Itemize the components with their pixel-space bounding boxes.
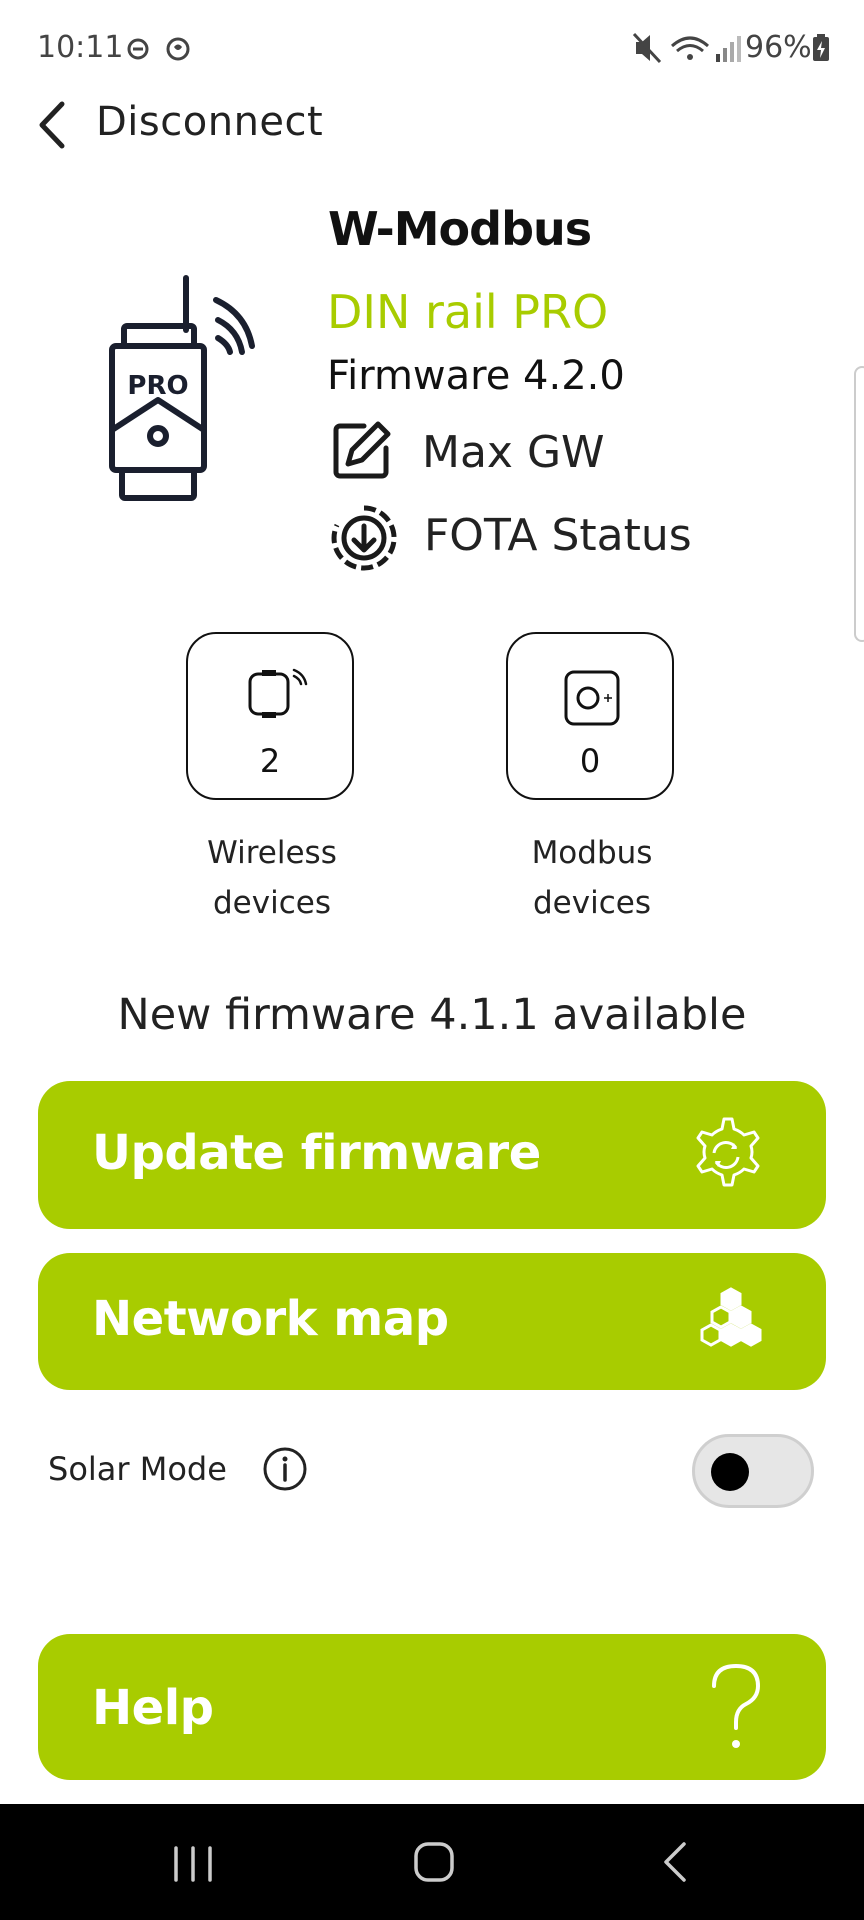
status-system-icons [632, 32, 741, 64]
modbus-caption-line2: devices [533, 885, 651, 921]
recent-apps-icon[interactable] [170, 1844, 216, 1884]
update-firmware-label: Update firmware [92, 1125, 541, 1181]
gateway-name[interactable]: Max GW [422, 427, 605, 478]
gear-refresh-icon [696, 1117, 760, 1187]
din-rail-device-icon: PRO [109, 275, 255, 501]
help-button[interactable]: Help [38, 1634, 826, 1780]
solar-mode-toggle[interactable] [692, 1434, 814, 1508]
modbus-devices-caption: Modbus devices [482, 828, 702, 928]
wireless-devices-count: 2 [259, 742, 281, 780]
disconnect-button[interactable]: Disconnect [96, 99, 323, 145]
network-map-button[interactable]: Network map [38, 1253, 826, 1390]
nav-back-icon[interactable] [660, 1840, 690, 1884]
device-badge-text: PRO [127, 371, 188, 401]
wireless-devices-tile[interactable]: 2 [186, 632, 354, 800]
device-model: DIN rail PRO [327, 285, 609, 339]
modbus-devices-tile[interactable]: 0 [506, 632, 674, 800]
edit-name-icon[interactable] [330, 418, 394, 482]
battery-percent: 96% [745, 30, 812, 65]
help-label: Help [92, 1680, 214, 1736]
modbus-device-icon [564, 670, 620, 726]
info-icon[interactable] [262, 1446, 308, 1492]
wireless-caption-line1: Wireless [207, 835, 337, 871]
status-notification-icons [127, 37, 190, 61]
scroll-indicator [854, 366, 864, 642]
firmware-version: Firmware 4.2.0 [327, 353, 625, 399]
firmware-available-notice: New firmware 4.1.1 available [117, 990, 747, 1040]
wireless-caption-line2: devices [213, 885, 331, 921]
modbus-caption-line1: Modbus [531, 835, 653, 871]
update-firmware-button[interactable]: Update firmware [38, 1081, 826, 1229]
network-hexagons-icon [700, 1287, 762, 1347]
question-mark-icon [712, 1663, 761, 1748]
toggle-knob [711, 1453, 749, 1491]
network-map-label: Network map [92, 1291, 449, 1347]
wireless-device-icon [248, 668, 308, 718]
fota-download-icon[interactable] [330, 504, 398, 572]
wireless-devices-caption: Wireless devices [162, 828, 382, 928]
battery-icon [813, 34, 829, 61]
brand-title: W-Modbus [328, 202, 592, 256]
back-chevron-icon[interactable] [34, 100, 68, 150]
system-nav-bar [0, 1804, 864, 1920]
status-time: 10:11 [37, 30, 124, 65]
solar-mode-label: Solar Mode [48, 1450, 227, 1488]
fota-status-link[interactable]: FOTA Status [424, 510, 692, 561]
home-icon[interactable] [412, 1840, 456, 1884]
modbus-devices-count: 0 [579, 742, 601, 780]
